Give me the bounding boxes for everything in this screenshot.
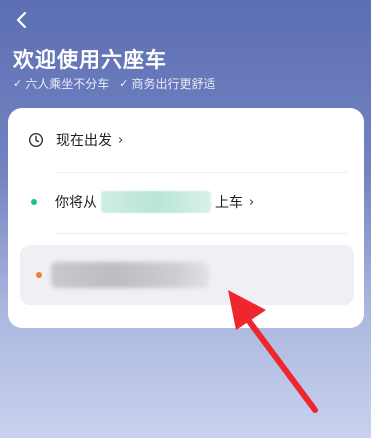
- divider: [56, 233, 348, 234]
- pickup-selector[interactable]: 你将从 上车 ›: [28, 188, 344, 216]
- back-button[interactable]: [8, 6, 36, 34]
- chevron-right-icon: ›: [118, 132, 124, 148]
- tagline-text: 六人乘坐不分车: [25, 77, 110, 91]
- departure-label: 现在出发: [56, 133, 112, 149]
- booking-card: 现在出发 › 你将从 上车 ›: [8, 108, 364, 328]
- pickup-location-redacted: [101, 191, 211, 213]
- divider: [56, 172, 348, 173]
- destination-redacted: [51, 262, 209, 288]
- chevron-right-icon: ›: [249, 194, 255, 210]
- pickup-dot-icon: [31, 199, 37, 205]
- tagline-text: 商务出行更舒适: [131, 77, 216, 91]
- destination-input[interactable]: [20, 245, 354, 305]
- tagline-item: ✓ 六人乘坐不分车: [13, 75, 109, 92]
- clock-icon: [28, 132, 44, 148]
- check-icon: ✓: [119, 77, 129, 90]
- page-title: 欢迎使用六座车: [13, 48, 167, 72]
- destination-dot-icon: [36, 272, 42, 278]
- check-icon: ✓: [13, 77, 23, 90]
- chevron-left-icon: [16, 11, 27, 29]
- pickup-prefix: 你将从: [55, 195, 97, 211]
- departure-time-selector[interactable]: 现在出发 ›: [28, 126, 344, 154]
- pickup-suffix: 上车: [215, 195, 243, 211]
- tagline-item: ✓ 商务出行更舒适: [119, 75, 215, 92]
- taglines: ✓ 六人乘坐不分车 ✓ 商务出行更舒适: [13, 75, 215, 92]
